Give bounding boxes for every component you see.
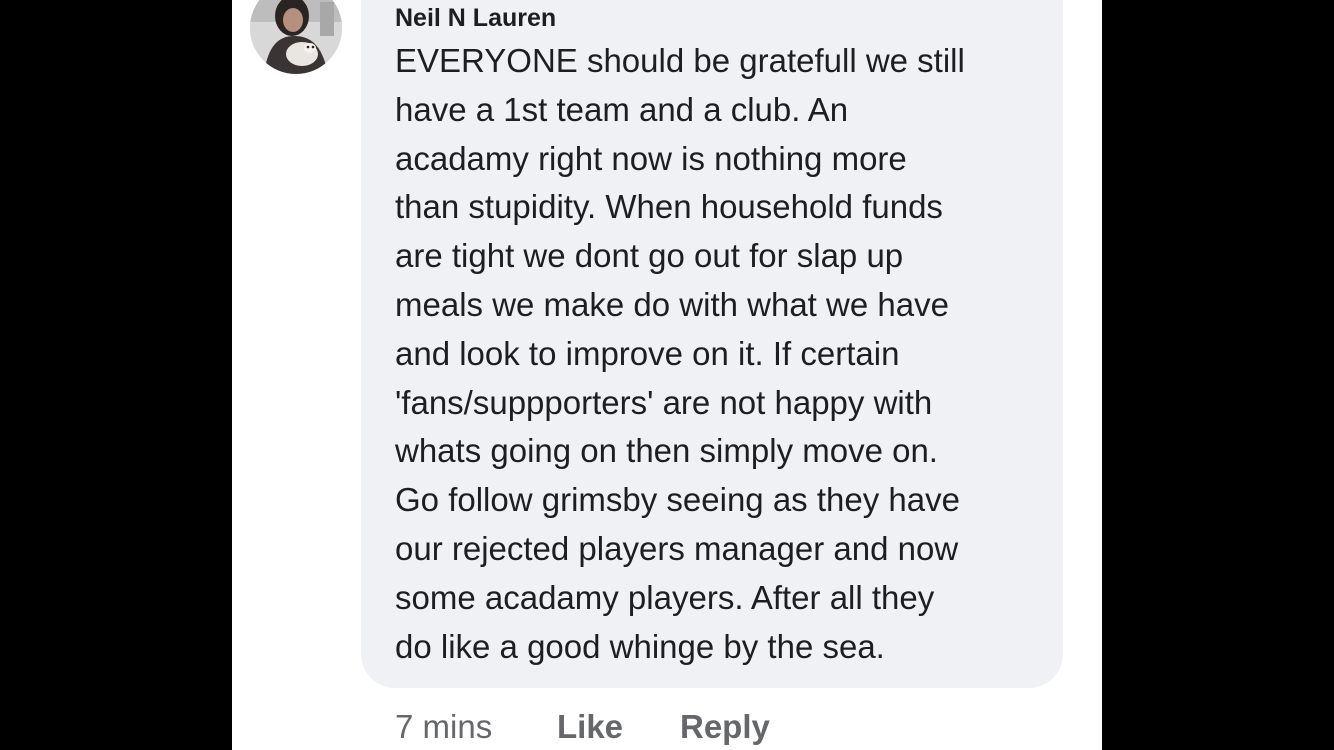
comment-line: are tight we dont go out for slap up xyxy=(395,237,904,275)
letterbox-background: Neil N Lauren EVERYONE should be gratefu… xyxy=(0,0,1334,750)
comment-line: whats going on then simply move on. xyxy=(395,432,938,470)
comment-line: do like a good whinge by the sea. xyxy=(395,627,885,665)
reply-button[interactable]: Reply xyxy=(680,705,770,749)
avatar-photo-icon xyxy=(250,0,342,74)
comment-text: EVERYONE should be gratefull we still ha… xyxy=(395,37,1045,671)
comment-line: Go follow grimsby seeing as they have xyxy=(395,481,960,519)
comment-line: than stupidity. When household funds xyxy=(395,188,943,226)
comment-line: and look to improve on it. If certain xyxy=(395,334,900,372)
comment-line: our rejected players manager and now xyxy=(395,529,959,567)
comment-line: acadamy right now is nothing more xyxy=(395,139,907,177)
comment-line: 'fans/suppporters' are not happy with xyxy=(395,383,933,421)
comment-panel: Neil N Lauren EVERYONE should be gratefu… xyxy=(232,0,1102,750)
comment-timestamp[interactable]: 7 mins xyxy=(395,705,492,749)
comment-author-name[interactable]: Neil N Lauren xyxy=(395,4,556,32)
comment-line: have a 1st team and a club. An xyxy=(395,90,849,128)
comment-line: meals we make do with what we have xyxy=(395,285,949,323)
author-avatar[interactable] xyxy=(250,0,342,74)
comment-line: some acadamy players. After all they xyxy=(395,578,935,616)
like-button[interactable]: Like xyxy=(557,705,623,749)
comment-line: EVERYONE should be gratefull we still xyxy=(395,42,965,79)
